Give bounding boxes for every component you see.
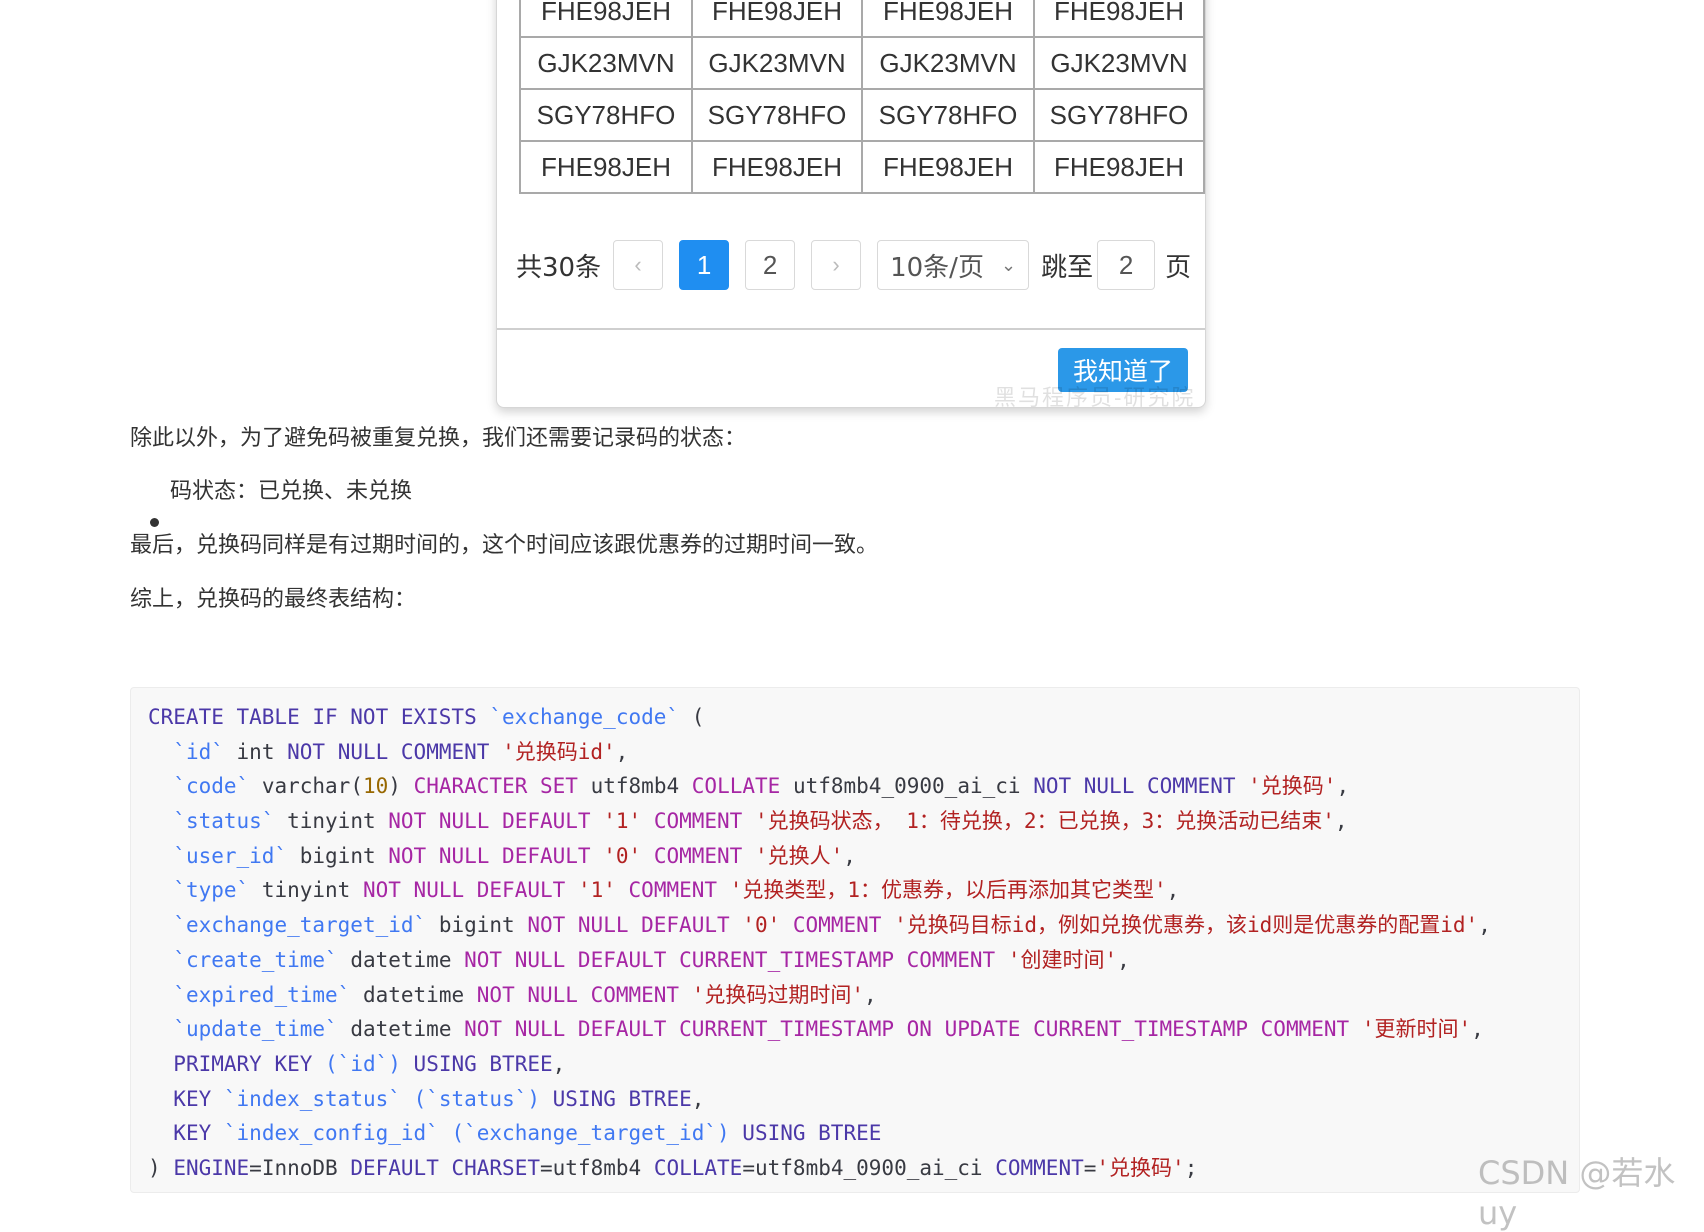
code-line: CREATE TABLE IF NOT EXISTS `exchange_cod…: [148, 705, 705, 729]
table-cell: FHE98JEH: [691, 140, 863, 194]
chevron-right-icon: ›: [832, 252, 840, 277]
table-cell: FHE98JEH: [691, 0, 863, 38]
pagination-total: 共30条: [516, 252, 602, 283]
code-line: `id` int NOT NULL COMMENT '兑换码id',: [173, 739, 629, 764]
code-line: `code` varchar(10) CHARACTER SET utf8mb4…: [173, 774, 1350, 799]
csdn-watermark: CSDN @若水uy: [1478, 1154, 1676, 1232]
table-row: FHE98JEH FHE98JEH FHE98JEH FHE98JEH: [519, 0, 1205, 38]
code-line: KEY `index_config_id` (`exchange_target_…: [173, 1121, 882, 1146]
code-line: `type` tinyint NOT NULL DEFAULT '1' COMM…: [173, 878, 1180, 903]
jump-page-input[interactable]: 2: [1097, 240, 1156, 290]
page-2-button[interactable]: 2: [745, 240, 796, 290]
pagination: 共30条 ‹ 1 2 › 10条/页 ⌄ 跳至 2 页: [516, 240, 1191, 290]
code-line: `update_time` datetime NOT NULL DEFAULT …: [173, 1017, 1484, 1042]
bullet-dot: [150, 518, 159, 527]
exchange-code-table: FHE98JEH FHE98JEH FHE98JEH FHE98JEH GJK2…: [519, 0, 1205, 194]
code-line: ) ENGINE=InnoDB DEFAULT CHARSET=utf8mb4 …: [148, 1155, 1198, 1180]
code-line: `user_id` bigint NOT NULL DEFAULT '0' CO…: [173, 843, 856, 868]
code-line: `exchange_target_id` bigint NOT NULL DEF…: [173, 913, 1491, 938]
table-cell: FHE98JEH: [861, 140, 1035, 194]
table-cell: SGY78HFO: [861, 88, 1035, 142]
table-cell: GJK23MVN: [861, 36, 1035, 90]
table-cell: GJK23MVN: [519, 36, 693, 90]
next-page-button[interactable]: ›: [811, 240, 862, 290]
code-line: `create_time` datetime NOT NULL DEFAULT …: [173, 947, 1130, 972]
page-unit-label: 页: [1165, 252, 1192, 283]
paragraph-1: 除此以外，为了避免码被重复兑换，我们还需要记录码的状态：: [130, 426, 747, 451]
table-row: SGY78HFO SGY78HFO SGY78HFO SGY78HFO: [519, 88, 1205, 142]
page-1-button[interactable]: 1: [679, 240, 730, 290]
table-cell: FHE98JEH: [1033, 140, 1205, 194]
modal-divider: [497, 328, 1205, 330]
code-line: KEY `index_status` (`status`) USING BTRE…: [173, 1086, 705, 1111]
table-cell: GJK23MVN: [1033, 36, 1205, 90]
sql-code: CREATE TABLE IF NOT EXISTS `exchange_cod…: [148, 700, 1491, 1186]
image-watermark: 黑马程序员-研究院: [994, 386, 1196, 411]
paragraph-2: 最后，兑换码同样是有过期时间的，这个时间应该跟优惠券的过期时间一致。: [130, 533, 879, 558]
chevron-left-icon: ‹: [634, 252, 642, 277]
table-cell: SGY78HFO: [1033, 88, 1205, 142]
table-cell: GJK23MVN: [691, 36, 863, 90]
page-size-value: 10条/页: [890, 252, 984, 283]
table-cell: FHE98JEH: [519, 140, 693, 194]
prev-page-button[interactable]: ‹: [613, 240, 664, 290]
paragraph-3: 综上，兑换码的最终表结构：: [130, 587, 417, 612]
code-line: `status` tinyint NOT NULL DEFAULT '1' CO…: [173, 809, 1348, 834]
code-line: PRIMARY KEY (`id`) USING BTREE,: [173, 1051, 566, 1076]
table-cell: SGY78HFO: [519, 88, 693, 142]
table-cell: FHE98JEH: [1033, 0, 1205, 38]
table-row: GJK23MVN GJK23MVN GJK23MVN GJK23MVN: [519, 36, 1205, 90]
table-cell: FHE98JEH: [861, 0, 1035, 38]
page-size-select[interactable]: 10条/页 ⌄: [877, 240, 1030, 290]
jump-label: 跳至: [1041, 252, 1094, 283]
table-cell: FHE98JEH: [519, 0, 693, 38]
code-line: `expired_time` datetime NOT NULL COMMENT…: [173, 982, 877, 1007]
table-cell: SGY78HFO: [691, 88, 863, 142]
chevron-down-icon: ⌄: [1001, 254, 1017, 276]
bullet-item-status: 码状态：已兑换、未兑换: [170, 479, 413, 504]
table-row: FHE98JEH FHE98JEH FHE98JEH FHE98JEH: [519, 140, 1205, 194]
